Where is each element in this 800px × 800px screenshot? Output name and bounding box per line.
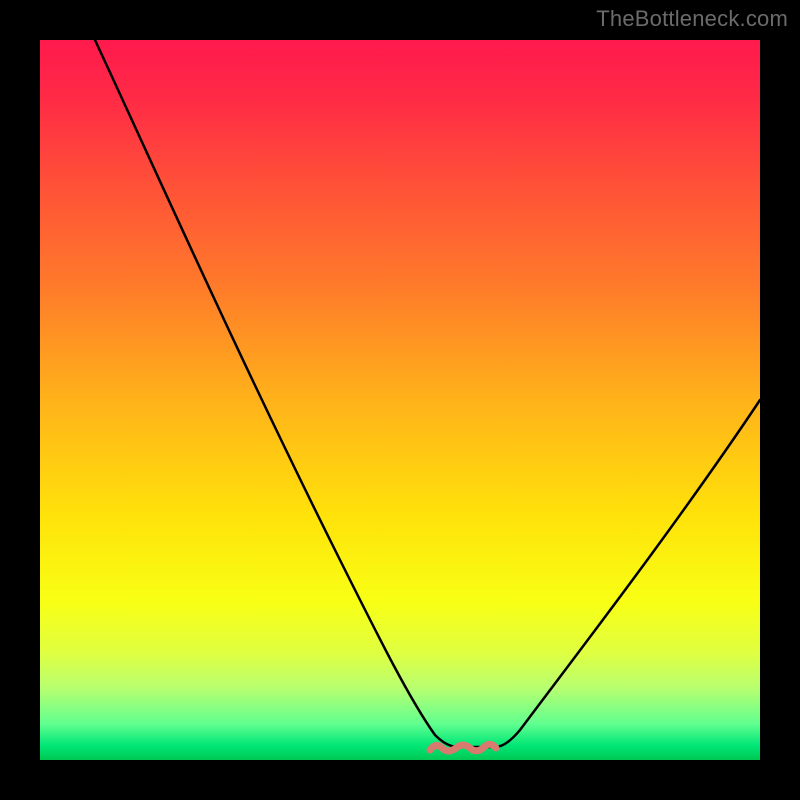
minimum-bump bbox=[430, 744, 496, 751]
curve-svg bbox=[40, 40, 760, 760]
bottleneck-curve bbox=[95, 40, 760, 747]
chart-frame: TheBottleneck.com bbox=[0, 0, 800, 800]
plot-area bbox=[40, 40, 760, 760]
watermark-text: TheBottleneck.com bbox=[596, 6, 788, 32]
